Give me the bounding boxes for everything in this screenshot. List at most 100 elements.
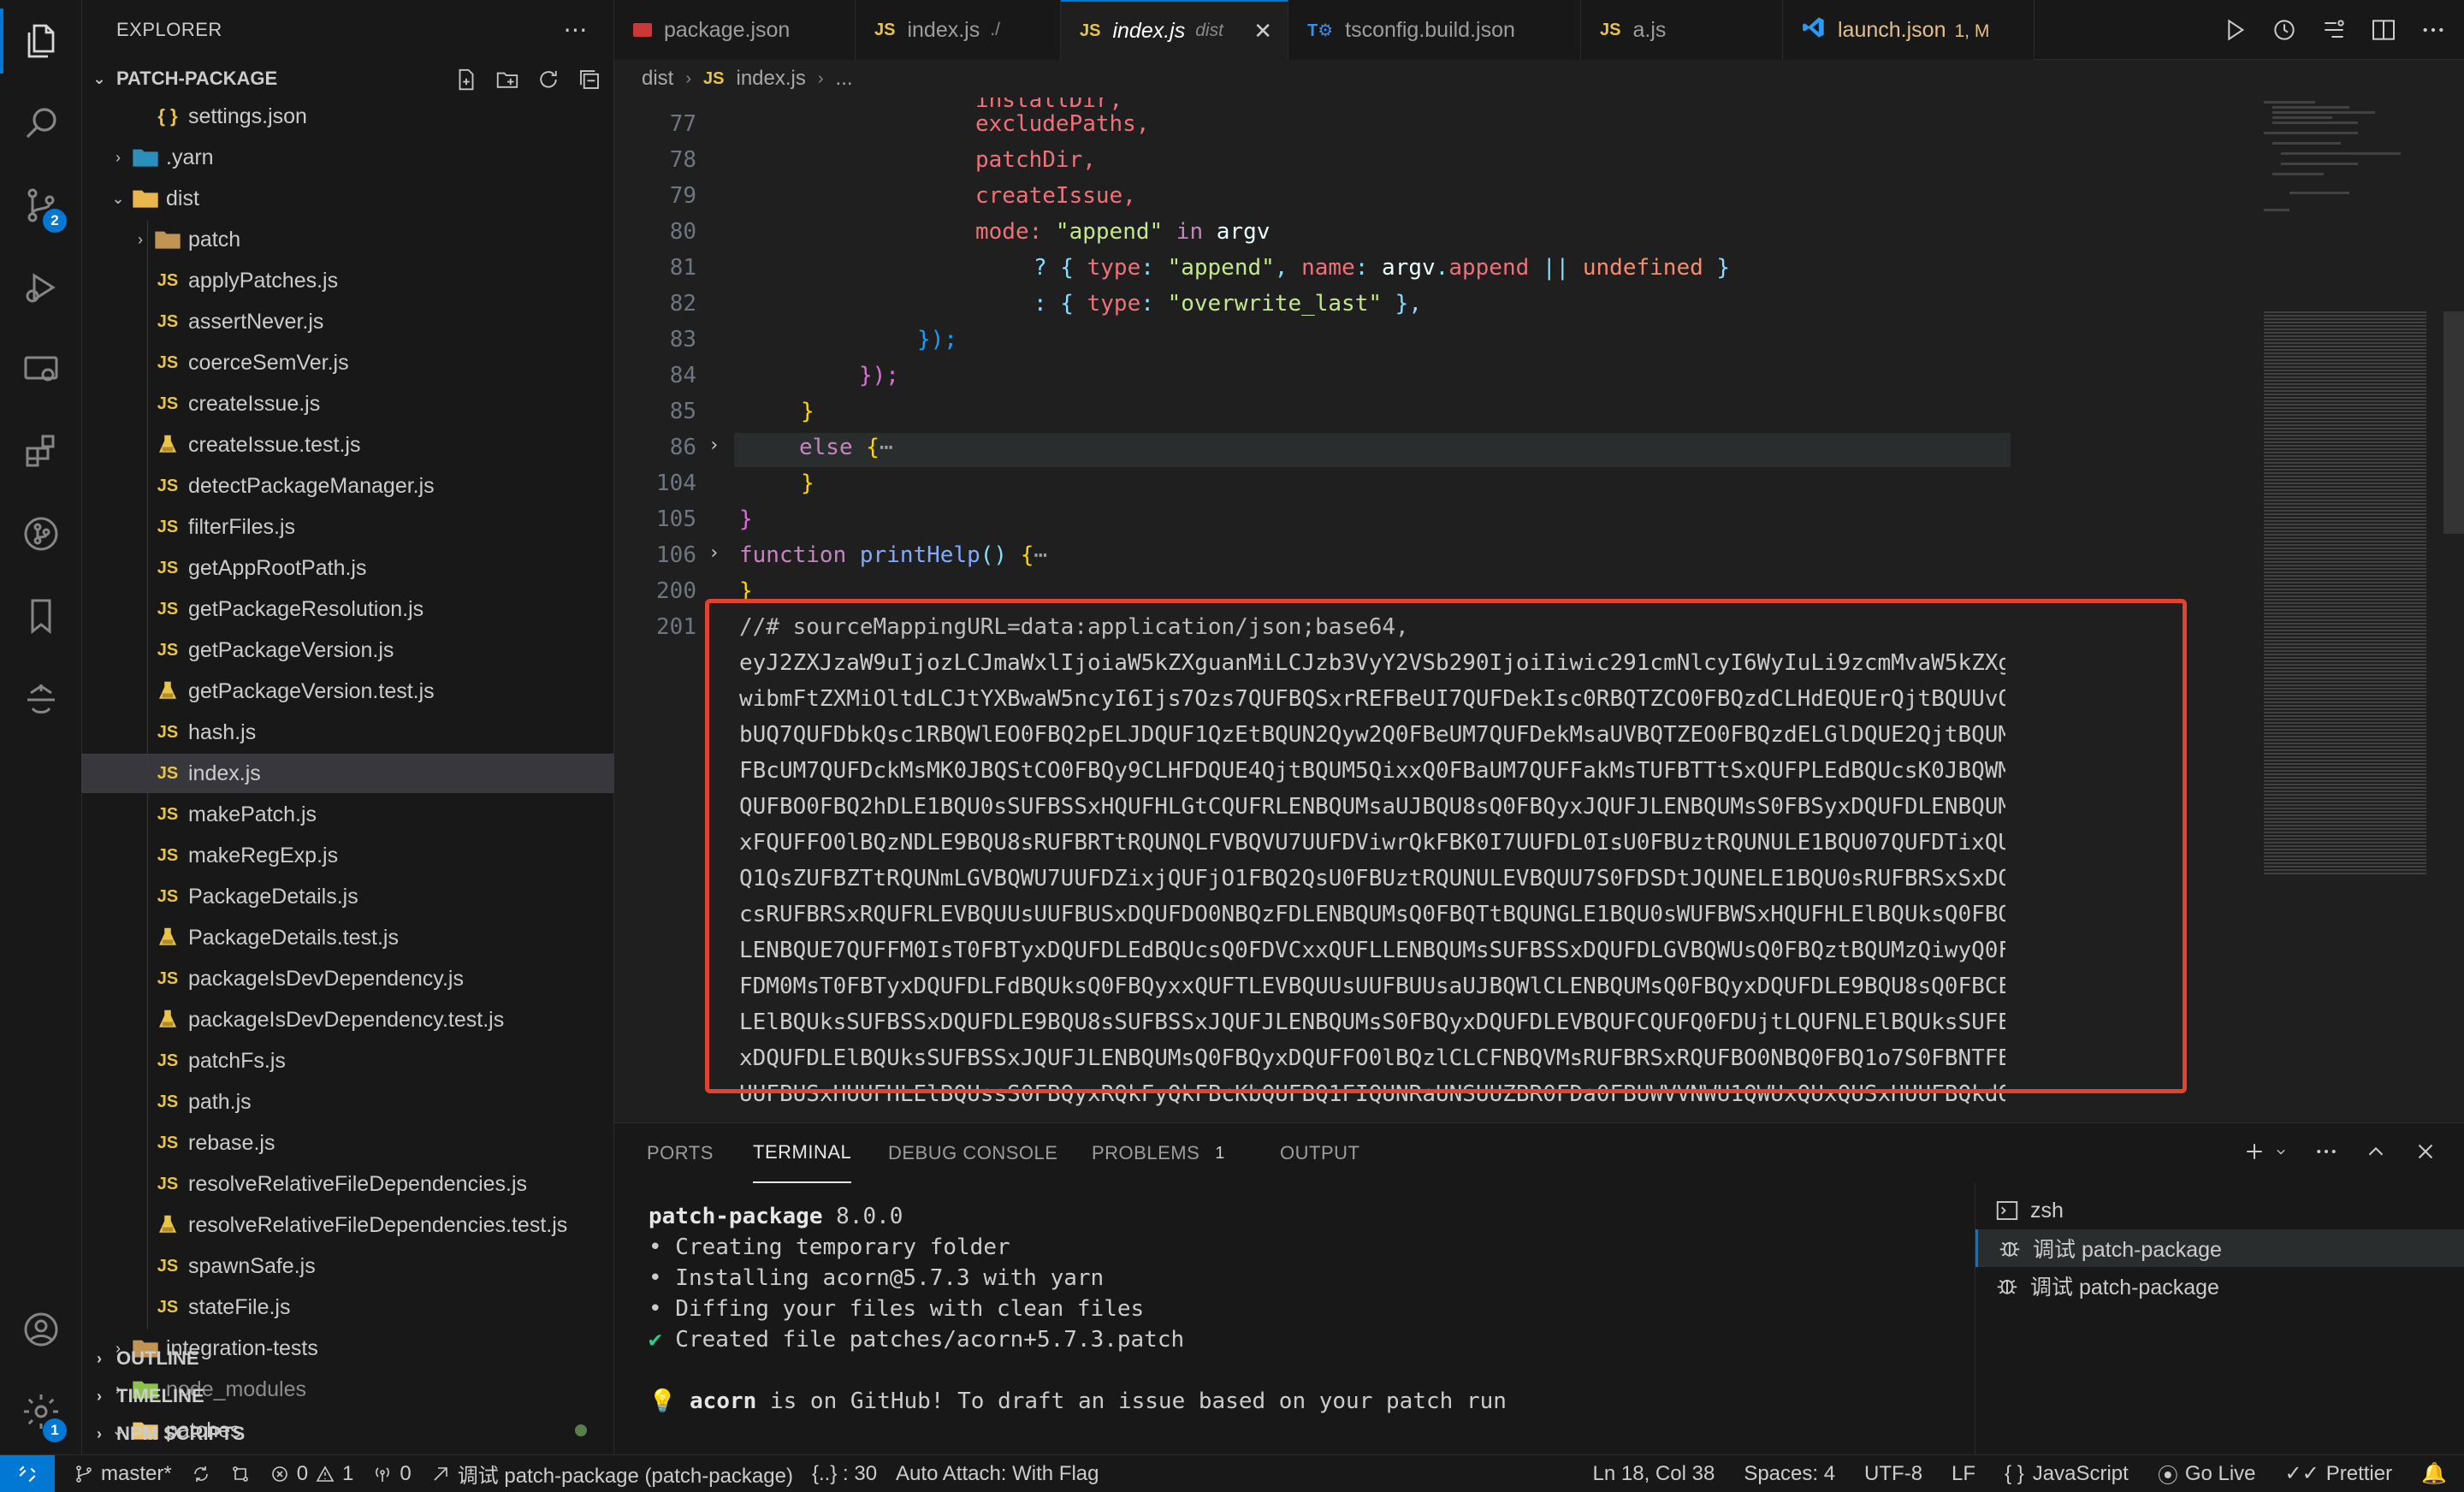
tab-output[interactable]: OUTPUT bbox=[1280, 1123, 1359, 1183]
go-live-button[interactable]: ⦿ Go Live bbox=[2158, 1459, 2256, 1489]
cursor-position[interactable]: Ln 18, Col 38 bbox=[1593, 1462, 1715, 1486]
source-control-icon[interactable]: 2 bbox=[0, 164, 82, 246]
run-debug-icon[interactable] bbox=[0, 246, 82, 329]
maximize-panel-icon[interactable] bbox=[2363, 1139, 2389, 1164]
tab-index-js-dist[interactable]: JS index.js dist ✕ bbox=[1061, 0, 1288, 60]
search-icon[interactable] bbox=[0, 82, 82, 164]
git-graph-icon[interactable] bbox=[0, 493, 82, 575]
file-item[interactable]: JS detectPackageManager.js bbox=[82, 467, 614, 505]
file-item[interactable]: resolveRelativeFileDependencies.test.js bbox=[82, 1206, 614, 1244]
new-terminal-icon[interactable] bbox=[2242, 1139, 2267, 1164]
split-editor-icon[interactable] bbox=[2370, 16, 2397, 44]
new-file-icon[interactable] bbox=[453, 67, 479, 92]
workspace-folder-header[interactable]: ⌄ PATCH-PACKAGE bbox=[82, 60, 614, 98]
editor-scrollbar[interactable] bbox=[2443, 311, 2464, 534]
settings-gear-icon[interactable]: 1 bbox=[0, 1371, 82, 1453]
file-item[interactable]: JS patchFs.js bbox=[82, 1042, 614, 1080]
tree-item-label: .yarn bbox=[166, 145, 214, 169]
collapse-all-icon[interactable] bbox=[577, 67, 602, 92]
terminal-item-debug[interactable]: 调试 patch-package bbox=[1975, 1267, 2464, 1305]
file-item[interactable]: JS packageIsDevDependency.js bbox=[82, 960, 614, 998]
encoding[interactable]: UTF-8 bbox=[1864, 1462, 1922, 1486]
file-item[interactable]: JS path.js bbox=[82, 1083, 614, 1121]
tab-a-js[interactable]: JS a.js bbox=[1581, 0, 1783, 60]
auto-attach-toggle[interactable]: Auto Attach: With Flag bbox=[896, 1462, 1099, 1486]
branch-indicator[interactable]: master* bbox=[74, 1462, 172, 1486]
prettier-button[interactable]: ✓✓ Prettier bbox=[2285, 1461, 2393, 1486]
folder-item[interactable]: › patch bbox=[82, 221, 614, 258]
account-icon[interactable] bbox=[0, 1288, 82, 1371]
file-item[interactable]: createIssue.test.js bbox=[82, 426, 614, 464]
language-mode[interactable]: { } JavaScript bbox=[2005, 1462, 2129, 1486]
fold-chevron-icon[interactable]: › bbox=[708, 435, 720, 456]
minimap[interactable] bbox=[2264, 98, 2447, 1122]
bracket-info[interactable]: {..} : 30 bbox=[812, 1462, 877, 1486]
tab-problems[interactable]: PROBLEMS 1 bbox=[1092, 1123, 1225, 1183]
file-item[interactable]: JS spawnSafe.js bbox=[82, 1247, 614, 1285]
ports-indicator[interactable]: 0 bbox=[372, 1462, 412, 1486]
close-icon[interactable]: ✕ bbox=[1253, 18, 1272, 44]
bookmarks-icon[interactable] bbox=[0, 575, 82, 657]
new-folder-icon[interactable] bbox=[495, 67, 520, 92]
file-item[interactable]: JS makePatch.js bbox=[82, 796, 614, 833]
git-graph-status[interactable] bbox=[230, 1464, 251, 1484]
more-actions-icon[interactable] bbox=[2313, 1139, 2339, 1164]
terminal-item-debug[interactable]: 调试 patch-package bbox=[1975, 1229, 2464, 1267]
remote-indicator-icon[interactable] bbox=[0, 1454, 55, 1492]
timeline-section[interactable]: › TIMELINE bbox=[82, 1377, 614, 1415]
terminal-item-zsh[interactable]: zsh bbox=[1975, 1192, 2464, 1229]
extensions-icon[interactable] bbox=[0, 411, 82, 493]
file-item[interactable]: JS getAppRootPath.js bbox=[82, 549, 614, 587]
file-item[interactable]: JS index.js bbox=[81, 754, 615, 793]
tab-terminal[interactable]: TERMINAL bbox=[753, 1123, 852, 1183]
file-item[interactable]: JS hash.js bbox=[82, 713, 614, 751]
folder-item[interactable]: › .yarn bbox=[82, 139, 614, 176]
outline-section[interactable]: › OUTLINE bbox=[82, 1340, 614, 1377]
file-item[interactable]: { } settings.json bbox=[82, 98, 614, 135]
breadcrumb-folder[interactable]: dist bbox=[642, 67, 673, 91]
file-item[interactable]: JS assertNever.js bbox=[82, 303, 614, 340]
more-actions-icon[interactable] bbox=[2420, 16, 2447, 44]
file-item[interactable]: PackageDetails.test.js bbox=[82, 919, 614, 956]
file-item[interactable]: JS getPackageVersion.js bbox=[82, 631, 614, 669]
chevron-down-icon[interactable] bbox=[2272, 1139, 2289, 1164]
file-item[interactable]: JS applyPatches.js bbox=[82, 262, 614, 299]
file-item[interactable]: JS PackageDetails.js bbox=[82, 878, 614, 915]
run-icon[interactable] bbox=[2221, 16, 2248, 44]
indentation[interactable]: Spaces: 4 bbox=[1744, 1462, 1835, 1486]
file-item[interactable]: JS filterFiles.js bbox=[82, 508, 614, 546]
file-item[interactable]: JS resolveRelativeFileDependencies.js bbox=[82, 1165, 614, 1203]
file-item[interactable]: JS stateFile.js bbox=[82, 1288, 614, 1326]
timeline-history-icon[interactable] bbox=[2271, 16, 2298, 44]
explorer-icon[interactable] bbox=[0, 0, 82, 82]
fold-chevron-icon[interactable]: › bbox=[708, 542, 720, 564]
compare-changes-icon[interactable] bbox=[2320, 16, 2348, 44]
file-item[interactable]: getPackageVersion.test.js bbox=[82, 672, 614, 710]
notifications-bell-icon[interactable]: 🔔 bbox=[2421, 1461, 2447, 1486]
debug-session-indicator[interactable]: 调试 patch-package (patch-package) bbox=[430, 1459, 793, 1489]
breadcrumb-symbol[interactable]: ... bbox=[836, 67, 853, 91]
file-item[interactable]: packageIsDevDependency.test.js bbox=[82, 1001, 614, 1039]
file-item[interactable]: JS coerceSemVer.js bbox=[82, 344, 614, 382]
close-panel-icon[interactable] bbox=[2413, 1139, 2438, 1164]
end-of-line[interactable]: LF bbox=[1952, 1462, 1975, 1486]
tab-tsconfig-build[interactable]: T⚙ tsconfig.build.json bbox=[1288, 0, 1581, 60]
file-item[interactable]: JS createIssue.js bbox=[82, 385, 614, 423]
refresh-icon[interactable] bbox=[536, 67, 561, 92]
remote-explorer-icon[interactable] bbox=[0, 329, 82, 411]
tab-package-json[interactable]: package.json bbox=[614, 0, 856, 60]
problems-indicator[interactable]: 0 1 bbox=[270, 1462, 353, 1486]
more-actions-icon[interactable]: ⋯ bbox=[564, 15, 589, 44]
folder-item[interactable]: ⌄ dist bbox=[82, 180, 614, 217]
tab-debug-console[interactable]: DEBUG CONSOLE bbox=[888, 1123, 1057, 1183]
tab-index-js-src[interactable]: JS index.js ./ bbox=[856, 0, 1061, 60]
tab-ports[interactable]: PORTS bbox=[647, 1123, 714, 1183]
gitlens-icon[interactable] bbox=[0, 657, 82, 739]
tab-launch-json[interactable]: launch.json 1, M bbox=[1783, 0, 2035, 60]
file-item[interactable]: JS makeRegExp.js bbox=[82, 837, 614, 874]
npm-scripts-section[interactable]: › NPM SCRIPTS bbox=[82, 1415, 614, 1453]
sync-button[interactable] bbox=[191, 1464, 211, 1484]
file-item[interactable]: JS rebase.js bbox=[82, 1124, 614, 1162]
file-item[interactable]: JS getPackageResolution.js bbox=[82, 590, 614, 628]
breadcrumb-file[interactable]: index.js bbox=[737, 67, 806, 91]
